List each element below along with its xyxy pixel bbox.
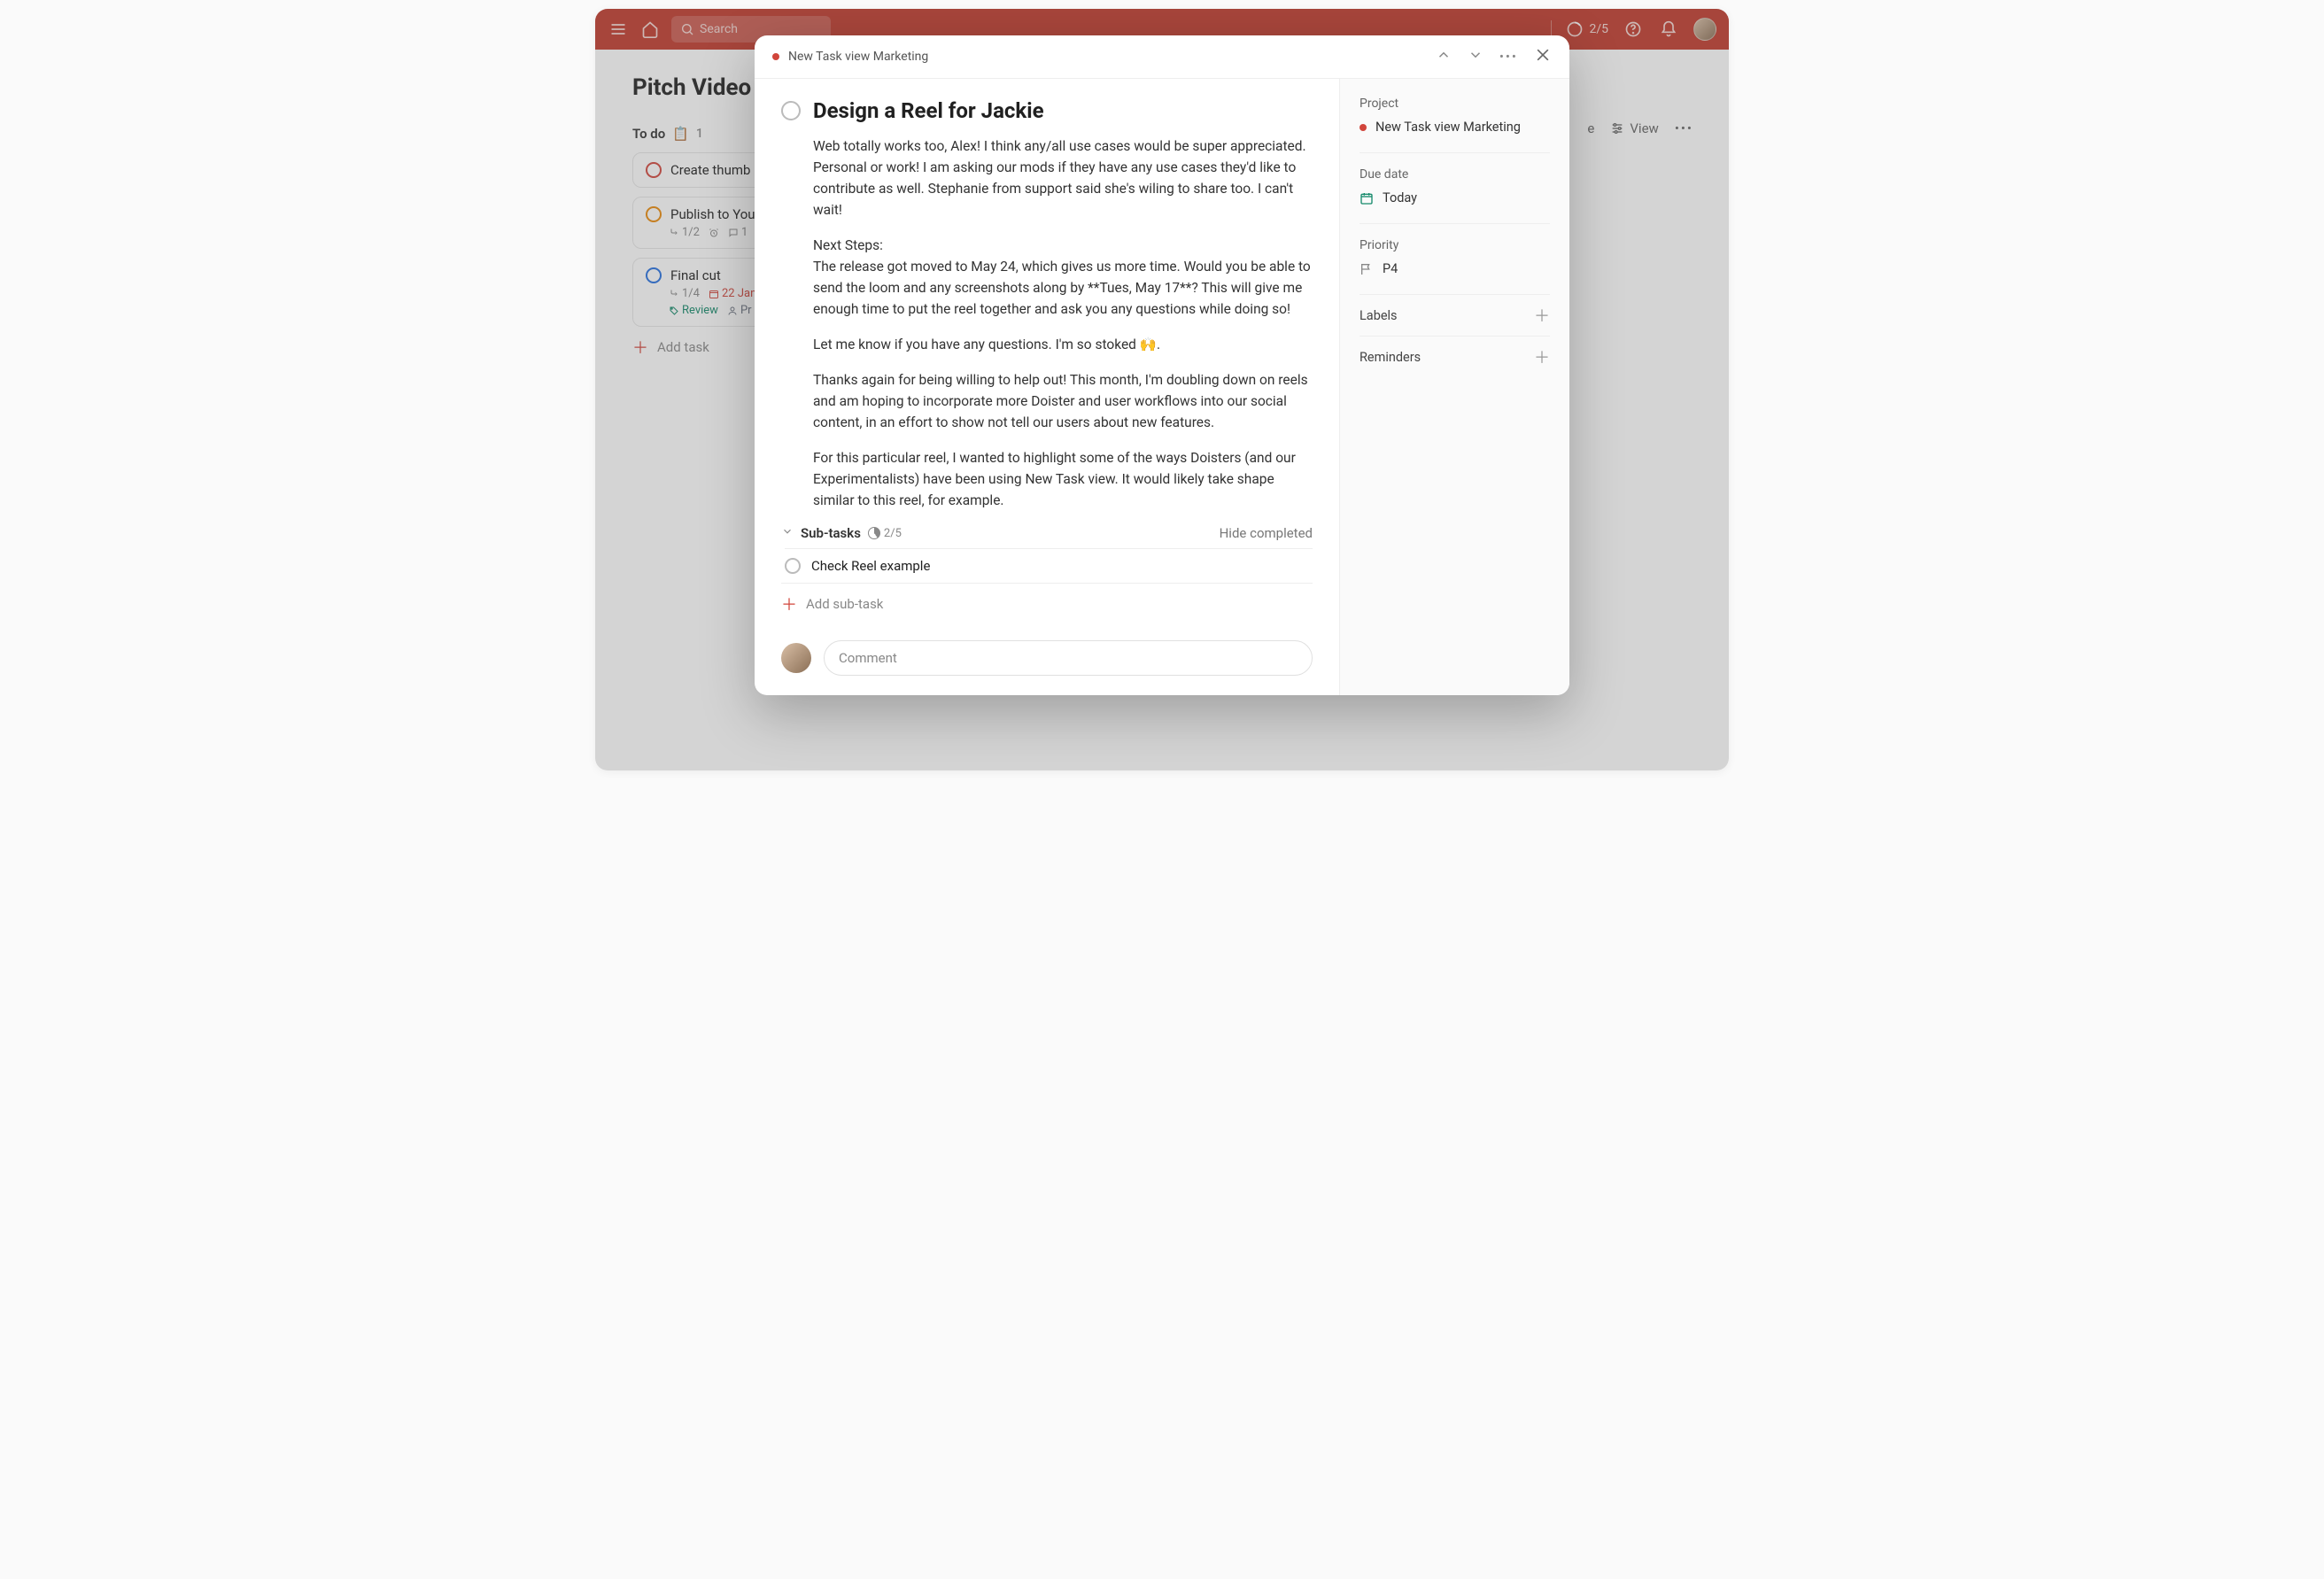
sidebar-priority-value[interactable]: P4	[1360, 261, 1550, 276]
modal-overlay[interactable]: New Task view Marketing •••	[595, 9, 1729, 770]
complete-checkbox[interactable]	[781, 101, 801, 120]
sidebar-labels-button[interactable]: Labels ＋	[1360, 294, 1550, 336]
task-title[interactable]: Design a Reel for Jackie	[813, 98, 1044, 123]
sidebar-project-value[interactable]: New Task view Marketing	[1360, 120, 1550, 135]
chevron-down-icon[interactable]	[781, 525, 794, 541]
prev-task-icon[interactable]	[1436, 47, 1452, 66]
comment-row: Comment	[781, 640, 1313, 676]
modal-sidebar: Project New Task view Marketing Due date…	[1339, 79, 1569, 695]
modal-main: Design a Reel for Jackie Web totally wor…	[755, 79, 1339, 695]
flag-icon	[1360, 262, 1374, 276]
close-icon[interactable]	[1534, 46, 1552, 67]
subtasks-label: Sub-tasks	[801, 525, 861, 541]
modal-header: New Task view Marketing •••	[755, 35, 1569, 79]
plus-icon: ＋	[1534, 304, 1550, 327]
hide-completed-button[interactable]: Hide completed	[1220, 525, 1313, 541]
subtask-checkbox[interactable]	[785, 558, 801, 574]
subtasks-count: 2/5	[868, 527, 902, 540]
add-subtask-label: Add sub-task	[806, 596, 883, 612]
app-window: Search 2/5 Pitch Video e View •	[595, 9, 1729, 770]
subtask-item[interactable]: Check Reel example	[785, 548, 1313, 583]
modal-actions: •••	[1436, 46, 1552, 67]
sidebar-reminders-button[interactable]: Reminders ＋	[1360, 336, 1550, 377]
subtasks-header: Sub-tasks 2/5 Hide completed	[781, 525, 1313, 541]
add-subtask-button[interactable]: ＋ Add sub-task	[781, 583, 1313, 624]
project-color-dot	[772, 53, 779, 60]
subtask-title: Check Reel example	[811, 558, 930, 574]
modal-body: Design a Reel for Jackie Web totally wor…	[755, 79, 1569, 695]
calendar-icon	[1360, 191, 1374, 205]
project-color-dot	[1360, 124, 1367, 131]
next-task-icon[interactable]	[1468, 47, 1483, 66]
breadcrumb-project[interactable]: New Task view Marketing	[788, 50, 928, 64]
sidebar-duedate-label: Due date	[1360, 167, 1550, 182]
sidebar-project-label: Project	[1360, 97, 1550, 111]
sidebar-duedate-value[interactable]: Today	[1360, 190, 1550, 205]
comment-input[interactable]: Comment	[824, 640, 1313, 676]
sidebar-priority-label: Priority	[1360, 238, 1550, 252]
task-description[interactable]: Web totally works too, Alex! I think any…	[813, 135, 1313, 511]
comment-placeholder: Comment	[839, 650, 897, 666]
progress-pie-icon	[868, 527, 880, 539]
task-modal: New Task view Marketing •••	[755, 35, 1569, 695]
plus-icon: ＋	[1534, 345, 1550, 368]
user-avatar	[781, 643, 811, 673]
plus-icon: ＋	[781, 592, 797, 615]
more-actions-icon[interactable]: •••	[1499, 49, 1518, 65]
